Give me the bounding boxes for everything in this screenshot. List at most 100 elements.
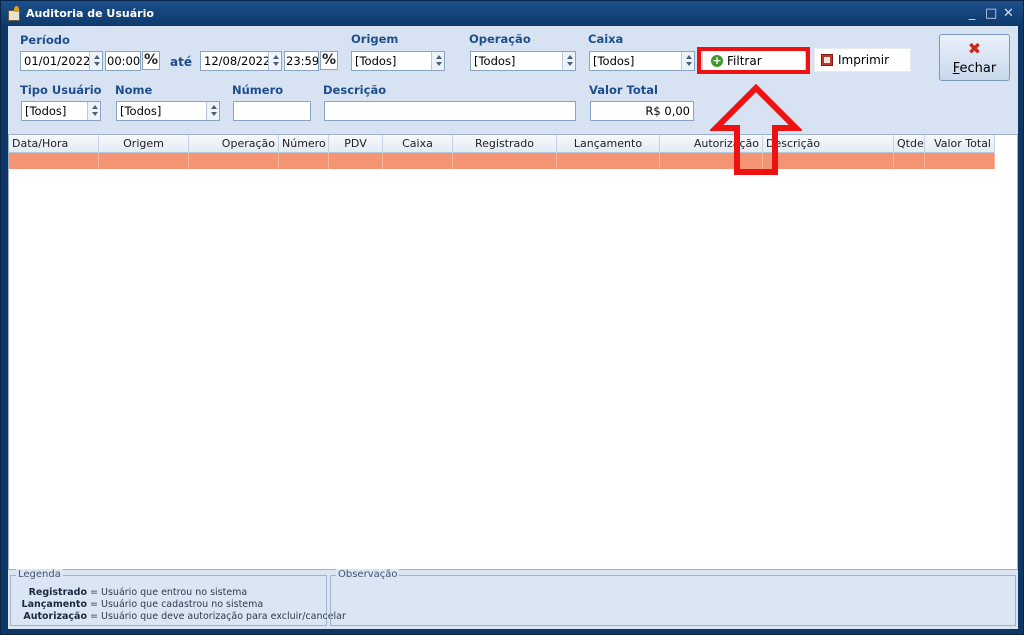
col-pdv[interactable]: PDV	[329, 135, 383, 153]
origem-label: Origem	[351, 32, 399, 46]
grid-cell	[189, 153, 279, 169]
end-date-spinner[interactable]	[268, 52, 281, 70]
grid-cell	[557, 153, 660, 169]
legend-caption: Legenda	[16, 569, 63, 580]
annotation-arrow-icon	[710, 84, 802, 175]
grid-cell	[99, 153, 189, 169]
col-origem[interactable]: Origem	[99, 135, 189, 153]
caixa-label: Caixa	[588, 32, 624, 46]
end-time-toggle-icon[interactable]: %	[320, 51, 338, 70]
grid-cell	[383, 153, 453, 169]
highlight-box	[697, 47, 810, 74]
caixa-dropdown-icon[interactable]	[681, 52, 694, 70]
numero-input[interactable]	[233, 101, 311, 121]
close-x-icon: ✖	[967, 39, 982, 58]
operacao-dropdown-icon[interactable]	[562, 52, 575, 70]
operacao-select[interactable]: [Todos]	[470, 51, 576, 71]
grid-cell	[329, 153, 383, 169]
fechar-rest: echar	[959, 61, 997, 76]
caixa-value: [Todos]	[593, 54, 635, 68]
start-date-spinner[interactable]	[89, 52, 102, 70]
tipo-usuario-label: Tipo Usuário	[20, 83, 102, 97]
grid-cell	[894, 153, 925, 169]
col-data-hora[interactable]: Data/Hora	[9, 135, 99, 153]
bottom-panel: Legenda Registrado = Usuário que entrou …	[8, 569, 1018, 629]
start-time-value: 00:00	[107, 54, 141, 68]
end-time-field[interactable]: 23:59	[284, 51, 319, 71]
ate-label: até	[170, 55, 192, 69]
col-registrado[interactable]: Registrado	[453, 135, 557, 153]
origem-select[interactable]: [Todos]	[351, 51, 445, 71]
tipo-usuario-dropdown-icon[interactable]	[87, 102, 100, 120]
valor-total-field: R$ 0,00	[590, 101, 694, 121]
grid-header: Data/Hora Origem Operação Número PDV Cai…	[9, 135, 995, 153]
maximize-icon[interactable]: □	[985, 6, 997, 21]
window-controls: _ □ ✕	[967, 6, 1014, 21]
descricao-input[interactable]	[324, 101, 576, 121]
legend-item: Lançamento = Usuário que cadastrou no si…	[11, 599, 264, 610]
title-bar: Auditoria de Usuário _ □ ✕	[1, 1, 1023, 25]
operacao-value: [Todos]	[474, 54, 516, 68]
nome-label: Nome	[115, 83, 153, 97]
grid-cell	[453, 153, 557, 169]
app-window: Auditoria de Usuário _ □ ✕ Período Orige…	[0, 0, 1024, 635]
imprimir-button[interactable]: Imprimir	[814, 48, 911, 72]
descricao-label: Descrição	[323, 83, 387, 97]
nome-value: [Todos]	[120, 104, 162, 118]
start-time-field[interactable]: 00:00	[105, 51, 141, 71]
imprimir-label: Imprimir	[838, 53, 890, 67]
end-date-value: 12/08/2022	[204, 54, 271, 68]
legend-desc: Usuário que cadastrou no sistema	[101, 599, 264, 610]
valor-total-label: Valor Total	[589, 83, 658, 97]
minimize-icon[interactable]: _	[967, 6, 977, 21]
grid-cell	[9, 153, 99, 169]
start-time-toggle-icon[interactable]: %	[142, 51, 160, 70]
nome-dropdown-icon[interactable]	[206, 102, 219, 120]
col-qtde[interactable]: Qtde	[894, 135, 925, 153]
fechar-label: Fechar	[940, 61, 1009, 76]
app-icon	[7, 6, 21, 21]
col-caixa[interactable]: Caixa	[383, 135, 453, 153]
col-lancamento[interactable]: Lançamento	[557, 135, 660, 153]
origem-value: [Todos]	[355, 54, 397, 68]
legend-item: Autorização = Usuário que deve autorizaç…	[11, 611, 346, 622]
client-area: Período Origem Operação Caixa 01/01/2022…	[8, 26, 1018, 629]
tipo-usuario-value: [Todos]	[25, 104, 67, 118]
col-valor-total[interactable]: Valor Total	[925, 135, 995, 153]
origem-dropdown-icon[interactable]	[431, 52, 444, 70]
legend-term: Registrado	[28, 587, 87, 598]
operacao-label: Operação	[469, 32, 531, 46]
end-date-field[interactable]: 12/08/2022	[200, 51, 282, 71]
legend-desc: Usuário que entrou no sistema	[101, 587, 248, 598]
col-operacao[interactable]: Operação	[189, 135, 279, 153]
table-row[interactable]	[9, 153, 995, 169]
window-title: Auditoria de Usuário	[26, 6, 154, 20]
nome-select[interactable]: [Todos]	[116, 101, 220, 121]
audit-grid[interactable]: Data/Hora Origem Operação Número PDV Cai…	[8, 134, 1018, 570]
legend-separator: =	[90, 587, 98, 598]
grid-cell	[925, 153, 995, 169]
end-time-value: 23:59	[286, 54, 319, 68]
legend-group: Legenda Registrado = Usuário que entrou …	[10, 569, 346, 626]
numero-label: Número	[232, 83, 284, 97]
legend-separator: =	[90, 611, 98, 622]
filter-panel: Período Origem Operação Caixa 01/01/2022…	[8, 26, 1018, 134]
col-numero[interactable]: Número	[279, 135, 329, 153]
fechar-accel: F	[952, 61, 960, 76]
fechar-button[interactable]: ✖ Fechar	[939, 34, 1010, 81]
close-icon[interactable]: ✕	[1003, 6, 1014, 21]
legend-term: Lançamento	[21, 599, 87, 610]
periodo-label: Período	[20, 33, 70, 47]
start-date-value: 01/01/2022	[24, 54, 91, 68]
legend-item: Registrado = Usuário que entrou no siste…	[11, 587, 248, 598]
legend-desc: Usuário que deve autorização para exclui…	[101, 611, 346, 622]
legend-term: Autorização	[23, 611, 87, 622]
caixa-select[interactable]: [Todos]	[589, 51, 695, 71]
start-date-field[interactable]: 01/01/2022	[20, 51, 103, 71]
observacao-group: Observação	[330, 569, 1016, 626]
grid-cell	[279, 153, 329, 169]
legend-separator: =	[90, 599, 98, 610]
observacao-caption: Observação	[336, 569, 400, 580]
tipo-usuario-select[interactable]: [Todos]	[21, 101, 101, 121]
print-icon	[821, 54, 833, 66]
